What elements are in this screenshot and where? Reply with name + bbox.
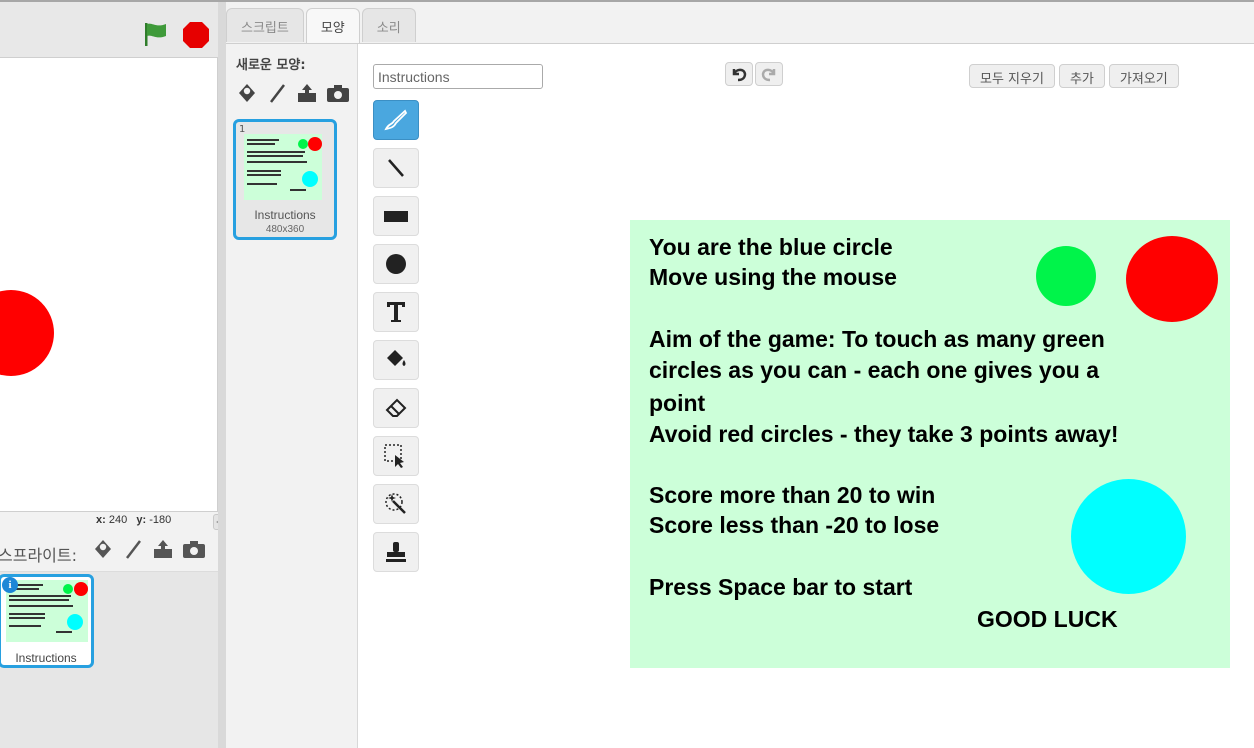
- cyan-circle: [1071, 479, 1186, 594]
- fill-tool[interactable]: [373, 340, 419, 380]
- sprite-name: Instructions: [15, 651, 77, 665]
- tab-sounds[interactable]: 소리: [361, 8, 416, 42]
- canvas-text-line: Move using the mouse: [649, 264, 897, 290]
- camera-costume-icon[interactable]: [326, 82, 350, 104]
- text-tool[interactable]: [373, 292, 419, 332]
- paint-toolbar: [373, 100, 421, 572]
- costume-preview-image: [244, 134, 322, 200]
- add-button[interactable]: 추가: [1058, 64, 1105, 88]
- text-icon: [387, 302, 405, 322]
- line-icon: [388, 159, 404, 177]
- eraser-icon: [385, 398, 407, 417]
- import-button[interactable]: 가져오기: [1108, 64, 1179, 88]
- paint-canvas[interactable]: You are the blue circle Move using the m…: [630, 220, 1230, 668]
- new-costume-label: 새로운 모양:: [236, 58, 306, 73]
- panel-divider: [218, 2, 226, 748]
- clear-button[interactable]: 모두 지우기: [969, 64, 1055, 88]
- select-tool[interactable]: [373, 436, 419, 476]
- editor-actions: 모두 지우기 추가 가져오기: [969, 64, 1179, 88]
- red-circle: [1126, 236, 1218, 322]
- redo-icon: [761, 68, 776, 82]
- canvas-text-line: Avoid red circles - they take 3 points a…: [649, 421, 1119, 447]
- choose-costume-from-library-icon[interactable]: [236, 82, 258, 104]
- stamp-tool[interactable]: [373, 532, 419, 572]
- paint-new-costume-icon[interactable]: [266, 82, 288, 104]
- scratch-editor: x: 240 y: -180 스프라이트: i Instructions 스크립…: [0, 0, 1254, 748]
- canvas-text-line: Aim of the game: To touch as many green: [649, 326, 1105, 352]
- undo-icon: [732, 68, 747, 82]
- paint-new-sprite-icon[interactable]: [122, 538, 144, 560]
- brush-icon: [384, 109, 408, 131]
- brush-tool[interactable]: [373, 100, 419, 140]
- rectangle-icon: [384, 211, 408, 222]
- line-tool[interactable]: [373, 148, 419, 188]
- editor-tabs: 스크립트 모양 소리: [226, 8, 416, 44]
- costume-size: 480x360: [265, 224, 305, 235]
- canvas-text-line: Press Space bar to start: [649, 574, 913, 600]
- canvas-text-line: point: [649, 390, 706, 416]
- ellipse-tool[interactable]: [373, 244, 419, 284]
- canvas-text-line: Score more than 20 to win: [649, 482, 936, 508]
- undo-button[interactable]: [725, 62, 753, 86]
- rectangle-tool[interactable]: [373, 196, 419, 236]
- stage-red-circle: [0, 290, 54, 376]
- tab-scripts[interactable]: 스크립트: [226, 8, 304, 42]
- new-costume-tools: [236, 82, 350, 104]
- camera-sprite-icon[interactable]: [182, 538, 206, 560]
- magic-select-tool[interactable]: [373, 484, 419, 524]
- upload-sprite-icon[interactable]: [152, 538, 174, 560]
- green-circle: [1036, 246, 1096, 306]
- sprites-label: 스프라이트:: [0, 546, 77, 565]
- stamp-icon: [386, 542, 406, 562]
- stage[interactable]: [0, 58, 218, 512]
- mouse-coordinates: x: 240 y: -180: [96, 514, 172, 526]
- select-icon: [384, 444, 404, 468]
- costume-name: Instructions: [254, 208, 316, 222]
- sprite-thumbnail[interactable]: i Instructions: [0, 574, 94, 668]
- y-value: -180: [149, 514, 172, 526]
- x-value: 240: [108, 514, 128, 526]
- upload-costume-icon[interactable]: [296, 82, 318, 104]
- stop-icon[interactable]: [182, 21, 210, 49]
- sprite-info-icon[interactable]: i: [2, 577, 18, 593]
- tab-costumes[interactable]: 모양: [305, 8, 360, 44]
- sprite-preview-image: [6, 580, 88, 642]
- green-flag-icon[interactable]: [142, 21, 168, 47]
- magic-wand-icon: [385, 493, 406, 514]
- eraser-tool[interactable]: [373, 388, 419, 428]
- choose-sprite-from-library-icon[interactable]: [92, 538, 114, 560]
- canvas-text-line: Score less than -20 to lose: [649, 512, 940, 538]
- redo-button[interactable]: [755, 62, 783, 86]
- new-sprite-tools: [92, 538, 206, 560]
- canvas-text-good-luck: GOOD LUCK: [977, 606, 1118, 632]
- ellipse-icon: [386, 254, 406, 274]
- paint-bucket-icon: [387, 350, 406, 366]
- costume-thumbnail[interactable]: 1 Instructions 480x360: [233, 119, 337, 240]
- costume-name-input[interactable]: [373, 64, 543, 89]
- canvas-text-line: circles as you can - each one gives you …: [649, 357, 1099, 383]
- undo-redo-group: [725, 62, 783, 86]
- canvas-text-line: You are the blue circle: [649, 234, 893, 260]
